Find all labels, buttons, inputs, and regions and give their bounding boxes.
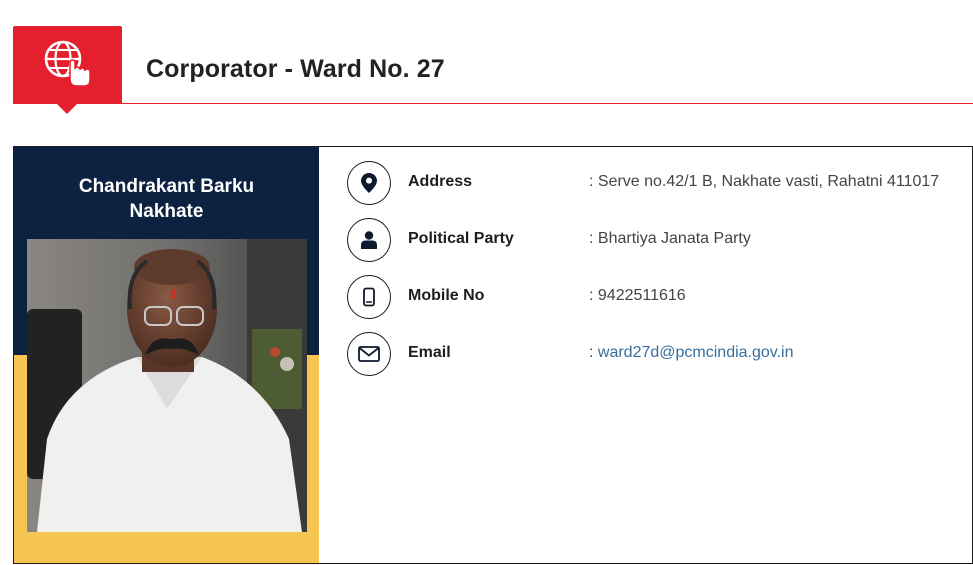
name-line-1: Chandrakant Barku [78, 176, 255, 197]
address-label: Address [408, 173, 473, 190]
header-divider-left [13, 103, 122, 104]
party-value: : Bhartiya Janata Party [589, 230, 751, 247]
location-pin-icon [361, 173, 377, 193]
corporator-card: Chandrakant Barku Nakhate Address: Serv… [13, 146, 973, 564]
globe-pointer-icon [44, 40, 91, 87]
mobile-label: Mobile No [408, 287, 485, 304]
profile-panel: Chandrakant Barku Nakhate [14, 147, 319, 563]
detail-row-address: Address : Serve no.42/1 B, Nakhate vasti… [347, 161, 967, 205]
header-icon-box [13, 26, 122, 114]
email-link[interactable]: ward27d@pcmcindia.gov.in [598, 344, 794, 361]
email-value: : ward27d@pcmcindia.gov.in [589, 344, 794, 362]
page-title: Corporator - Ward No. 27 [146, 55, 445, 83]
mobile-value: : 9422511616 [589, 287, 686, 304]
address-icon-circle [347, 161, 391, 205]
person-icon [361, 231, 377, 249]
corporator-name: Chandrakant Barku Nakhate [14, 174, 319, 224]
name-line-2: Nakhate [129, 201, 204, 222]
page-header: Corporator - Ward No. 27 [0, 0, 973, 114]
header-divider [122, 103, 973, 104]
mobile-icon-circle [347, 275, 391, 319]
corporator-photo [27, 239, 307, 532]
email-label: Email [408, 344, 451, 361]
detail-row-email: Email : ward27d@pcmcindia.gov.in [347, 332, 967, 376]
mobile-phone-icon [363, 287, 375, 307]
email-prefix: : [589, 344, 598, 361]
party-icon-circle [347, 218, 391, 262]
party-label: Political Party [408, 230, 514, 247]
email-icon-circle [347, 332, 391, 376]
envelope-icon [358, 346, 380, 362]
detail-row-mobile: Mobile No : 9422511616 [347, 275, 967, 319]
address-value: : Serve no.42/1 B, Nakhate vasti, Rahatn… [589, 173, 940, 190]
detail-row-party: Political Party : Bhartiya Janata Party [347, 218, 967, 262]
